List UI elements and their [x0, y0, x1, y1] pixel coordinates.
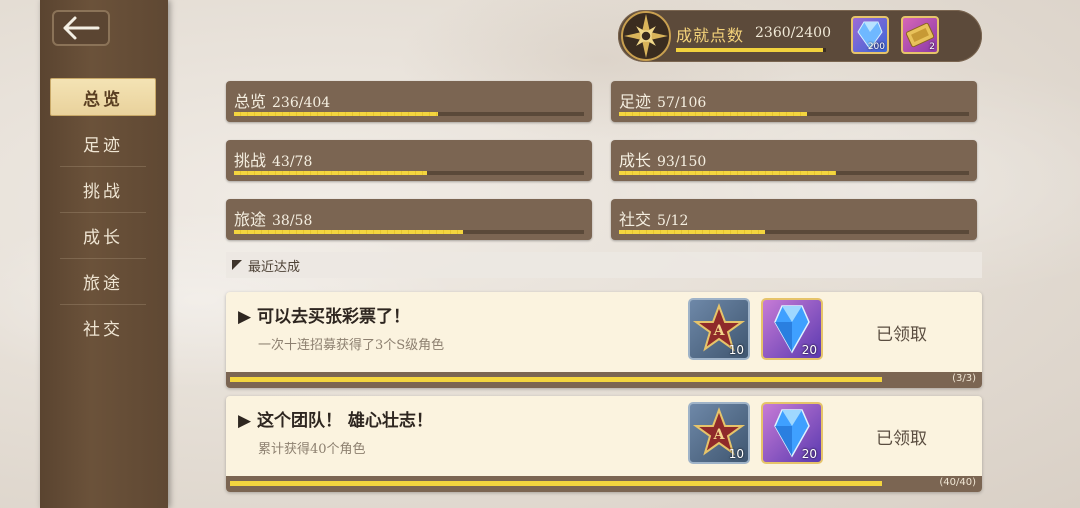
divider	[60, 212, 146, 213]
achievement-progress-track	[230, 481, 882, 486]
a-rank-star-icon[interactable]: A 10	[688, 402, 750, 464]
achievement-progress-track	[230, 377, 882, 382]
svg-text:A: A	[713, 323, 726, 339]
claimed-status: 已领取	[876, 325, 927, 345]
category-progress-fill	[234, 171, 427, 175]
category-name: 挑战	[234, 151, 267, 170]
sidebar-item-overview[interactable]: 总览	[50, 78, 156, 116]
divider	[60, 304, 146, 305]
achievement-description: 累计获得40个角色	[258, 442, 366, 457]
category-progress-fill	[234, 230, 464, 234]
sidebar-item-journey[interactable]: 旅途	[50, 262, 156, 300]
points-progress-fill	[676, 48, 824, 52]
category-value: 38/58	[272, 213, 313, 229]
category-progress-fill	[619, 171, 836, 175]
blue-crystal-icon[interactable]: 200	[851, 16, 889, 54]
recent-header-label: 最近达成	[248, 259, 301, 275]
achievement-description: 一次十连招募获得了3个S级角色	[258, 338, 445, 353]
category-value: 5/12	[657, 213, 689, 229]
category-value: 93/150	[657, 154, 707, 170]
achievement-progress-fill	[230, 377, 882, 382]
category-progress-track	[234, 230, 584, 234]
corner-triangle-icon	[232, 260, 242, 270]
category-progress-fill	[619, 230, 765, 234]
category-name: 旅途	[234, 210, 267, 229]
divider	[60, 258, 146, 259]
achievement-count: (3/3)	[952, 373, 976, 384]
category-progress-track	[619, 112, 969, 116]
category-card-overview[interactable]: 总览 236/404	[226, 81, 592, 122]
category-name: 成长	[619, 151, 652, 170]
sidebar-item-growth[interactable]: 成长	[50, 216, 156, 254]
points-label: 成就点数	[676, 26, 745, 45]
achievement-card[interactable]: ▶ 可以去买张彩票了！ 一次十连招募获得了3个S级角色 A 10 20 已领取 …	[226, 292, 982, 388]
reward-count: 20	[801, 343, 817, 357]
compass-medal-icon	[621, 11, 671, 61]
category-progress-track	[234, 171, 584, 175]
claimed-status: 已领取	[876, 429, 927, 449]
category-value: 236/404	[272, 95, 331, 111]
reward-count: 20	[801, 447, 817, 461]
reward-count: 200	[867, 42, 885, 52]
points-value: 2360/2400	[755, 25, 831, 41]
category-progress-fill	[234, 112, 439, 116]
category-progress-track	[619, 171, 969, 175]
category-progress-track	[234, 112, 584, 116]
category-card-social[interactable]: 社交 5/12	[611, 199, 977, 240]
category-card-footprints[interactable]: 足迹 57/106	[611, 81, 977, 122]
achievement-title: ▶ 这个团队！ 雄心壮志！	[238, 411, 433, 431]
points-progress-track	[676, 48, 826, 52]
reward-count: 10	[728, 343, 744, 357]
recent-achievements-header: 最近达成	[226, 252, 982, 278]
blue-crystal-icon[interactable]: 20	[761, 298, 823, 360]
sidebar-item-footprints[interactable]: 足迹	[50, 124, 156, 162]
category-name: 总览	[234, 92, 267, 111]
a-rank-star-icon[interactable]: A 10	[688, 298, 750, 360]
category-value: 57/106	[657, 95, 707, 111]
category-name: 足迹	[619, 92, 652, 111]
divider	[60, 166, 146, 167]
category-card-challenge[interactable]: 挑战 43/78	[226, 140, 592, 181]
sidebar-item-challenge[interactable]: 挑战	[50, 170, 156, 208]
gold-ticket-icon[interactable]: 2	[901, 16, 939, 54]
sidebar	[40, 0, 168, 508]
category-card-journey[interactable]: 旅途 38/58	[226, 199, 592, 240]
blue-crystal-icon[interactable]: 20	[761, 402, 823, 464]
category-value: 43/78	[272, 154, 313, 170]
achievement-count: (40/40)	[939, 477, 976, 488]
back-button[interactable]	[52, 10, 110, 46]
category-card-growth[interactable]: 成长 93/150	[611, 140, 977, 181]
svg-text:A: A	[713, 427, 726, 443]
category-progress-fill	[619, 112, 808, 116]
achievement-progress-bar: (3/3)	[226, 372, 982, 388]
achievement-card[interactable]: ▶ 这个团队！ 雄心壮志！ 累计获得40个角色 A 10 20 已领取 (40/…	[226, 396, 982, 492]
achievement-progress-fill	[230, 481, 882, 486]
reward-count: 2	[929, 42, 935, 52]
category-name: 社交	[619, 210, 652, 229]
sidebar-item-social[interactable]: 社交	[50, 308, 156, 346]
back-arrow-icon	[63, 16, 100, 40]
reward-count: 10	[728, 447, 744, 461]
achievement-title: ▶ 可以去买张彩票了！	[238, 307, 410, 327]
achievement-progress-bar: (40/40)	[226, 476, 982, 492]
category-progress-track	[619, 230, 969, 234]
